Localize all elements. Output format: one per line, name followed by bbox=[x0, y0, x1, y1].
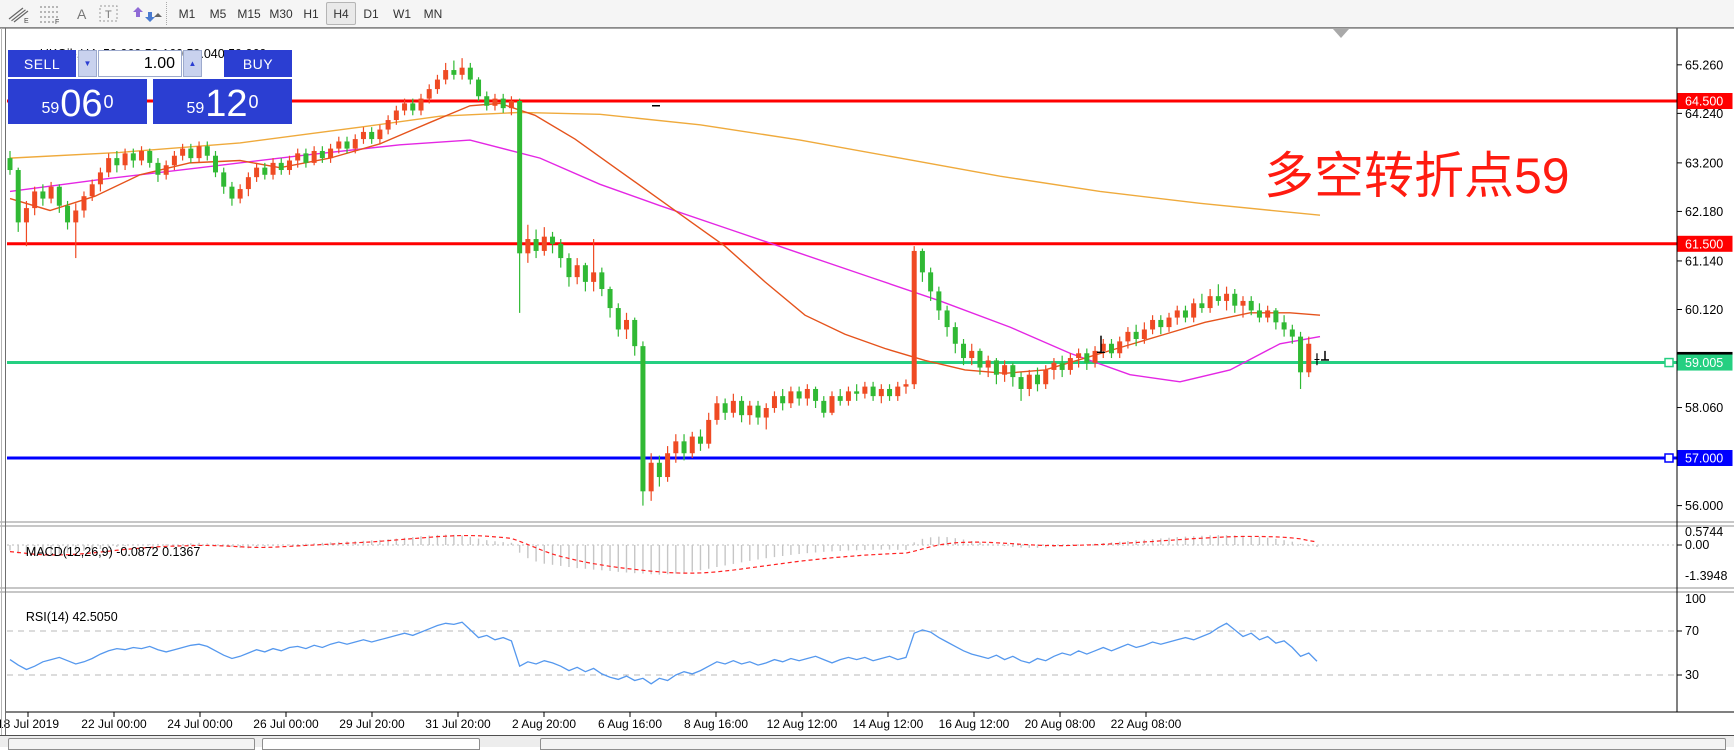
arrow-objects-icon[interactable] bbox=[130, 3, 156, 24]
hline-handle[interactable] bbox=[1665, 454, 1673, 462]
panel-borders bbox=[0, 28, 1734, 712]
svg-text:70: 70 bbox=[1685, 624, 1699, 638]
volume-input[interactable] bbox=[98, 50, 182, 77]
macd-values: -0.0872 0.1367 bbox=[116, 545, 200, 559]
tf-m5-button[interactable]: M5 bbox=[203, 2, 233, 25]
date-tick-label: 29 Jul 20:00 bbox=[339, 717, 405, 731]
date-tick-label: 26 Jul 00:00 bbox=[253, 717, 319, 731]
chart-text-annotation[interactable]: 多空转折点59 bbox=[1264, 136, 1570, 208]
date-tick-label: 20 Aug 08:00 bbox=[1025, 717, 1096, 731]
svg-text:62.180: 62.180 bbox=[1685, 205, 1723, 219]
svg-text:58.060: 58.060 bbox=[1685, 401, 1723, 415]
svg-text:60.120: 60.120 bbox=[1685, 303, 1723, 317]
tf-h4-button[interactable]: H4 bbox=[326, 2, 356, 25]
date-tick-label: 12 Aug 12:00 bbox=[767, 717, 838, 731]
black-tick-marks[interactable] bbox=[652, 106, 1329, 360]
chart-tab-active[interactable] bbox=[262, 738, 480, 750]
chart-tab-bar bbox=[0, 735, 1734, 747]
equidistant-channel-icon[interactable]: E bbox=[6, 3, 32, 24]
sell-button[interactable]: SELL bbox=[8, 50, 76, 77]
rsi-values: 42.5050 bbox=[72, 610, 117, 624]
buy-button[interactable]: BUY bbox=[224, 50, 292, 77]
ask-prefix: 59 bbox=[186, 96, 204, 122]
date-tick-label: 24 Jul 00:00 bbox=[167, 717, 233, 731]
text-box-icon[interactable]: T bbox=[96, 3, 122, 24]
svg-text:E: E bbox=[24, 18, 29, 24]
chart-scroll-marker-icon[interactable] bbox=[1333, 29, 1349, 38]
ask-big-digits: 12 bbox=[205, 86, 247, 122]
toolbar: E F A T M1 M5 M15 M30 H1 H4 D1 W1 MN bbox=[0, 0, 1734, 28]
tf-mn-button[interactable]: MN bbox=[418, 2, 448, 25]
svg-text:59.005: 59.005 bbox=[1685, 356, 1723, 370]
window-frame-line bbox=[5, 28, 6, 746]
bid-big-digits: 06 bbox=[60, 86, 102, 122]
hline-handle[interactable] bbox=[1665, 359, 1673, 367]
tf-m15-button[interactable]: M15 bbox=[234, 2, 264, 25]
svg-text:A: A bbox=[77, 6, 87, 22]
volume-increase-button[interactable]: ▲ bbox=[183, 50, 202, 77]
svg-text:30: 30 bbox=[1685, 668, 1699, 682]
date-axis: 18 Jul 2019 22 Jul 00:00 24 Jul 00:00 26 Ju… bbox=[0, 712, 1182, 731]
date-tick-label: 31 Jul 20:00 bbox=[425, 717, 491, 731]
ask-price-display[interactable]: 59120 bbox=[153, 79, 292, 124]
ma-mid-line bbox=[10, 140, 1320, 382]
chart-tab[interactable] bbox=[540, 738, 1726, 750]
macd-indicator bbox=[7, 535, 1677, 575]
fibonacci-retracement-icon[interactable]: F bbox=[38, 3, 64, 24]
date-tick-label: 6 Aug 16:00 bbox=[598, 717, 662, 731]
tf-m30-button[interactable]: M30 bbox=[266, 2, 296, 25]
macd-label: MACD(12,26,9) -0.0872 0.1367 bbox=[12, 531, 200, 573]
one-click-trading-panel: SELL ▼ ▲ BUY 59060 59120 bbox=[8, 50, 292, 124]
bid-prefix: 59 bbox=[41, 96, 59, 122]
svg-text:0.5744: 0.5744 bbox=[1685, 525, 1723, 539]
svg-text:61.500: 61.500 bbox=[1685, 237, 1723, 251]
bid-price-display[interactable]: 59060 bbox=[8, 79, 147, 124]
rsi-indicator bbox=[7, 622, 1677, 684]
toolbar-separator bbox=[166, 2, 168, 25]
volume-decrease-button[interactable]: ▼ bbox=[78, 50, 97, 77]
svg-text:61.140: 61.140 bbox=[1685, 254, 1723, 268]
candlestick-series bbox=[8, 58, 1320, 505]
svg-text:F: F bbox=[55, 19, 59, 24]
date-tick-label: 16 Aug 12:00 bbox=[939, 717, 1010, 731]
svg-text:100: 100 bbox=[1685, 592, 1706, 606]
svg-text:63.200: 63.200 bbox=[1685, 156, 1723, 170]
tf-h1-button[interactable]: H1 bbox=[296, 2, 326, 25]
date-tick-label: 22 Aug 08:00 bbox=[1111, 717, 1182, 731]
chart-tab[interactable] bbox=[8, 738, 255, 750]
date-tick-label: 2 Aug 20:00 bbox=[512, 717, 576, 731]
tf-w1-button[interactable]: W1 bbox=[387, 2, 417, 25]
svg-text:T: T bbox=[105, 9, 112, 21]
bid-sup-digit: 0 bbox=[104, 79, 114, 125]
svg-text:0.00: 0.00 bbox=[1685, 538, 1709, 552]
date-tick-label: 18 Jul 2019 bbox=[0, 717, 59, 731]
rsi-label: RSI(14) 42.5050 bbox=[12, 596, 118, 638]
svg-text:64.500: 64.500 bbox=[1685, 95, 1723, 109]
ask-sup-digit: 0 bbox=[249, 79, 259, 125]
ma-fast-line bbox=[10, 103, 1320, 373]
ma-slow-line bbox=[10, 112, 1320, 215]
date-tick-label: 22 Jul 00:00 bbox=[81, 717, 147, 731]
svg-text:65.260: 65.260 bbox=[1685, 58, 1723, 72]
tf-d1-button[interactable]: D1 bbox=[356, 2, 386, 25]
svg-text:-1.3948: -1.3948 bbox=[1685, 569, 1727, 583]
tf-m1-button[interactable]: M1 bbox=[172, 2, 202, 25]
date-tick-label: 14 Aug 12:00 bbox=[853, 717, 924, 731]
text-label-icon[interactable]: A bbox=[70, 3, 96, 24]
date-tick-label: 8 Aug 16:00 bbox=[684, 717, 748, 731]
svg-text:57.000: 57.000 bbox=[1685, 452, 1723, 466]
mt4-chart-window: 65.26064.24063.20062.18061.14060.12058.0… bbox=[0, 0, 1734, 746]
window-frame-line bbox=[1, 28, 2, 746]
macd-signal-line bbox=[10, 536, 1317, 574]
svg-text:56.000: 56.000 bbox=[1685, 499, 1723, 513]
